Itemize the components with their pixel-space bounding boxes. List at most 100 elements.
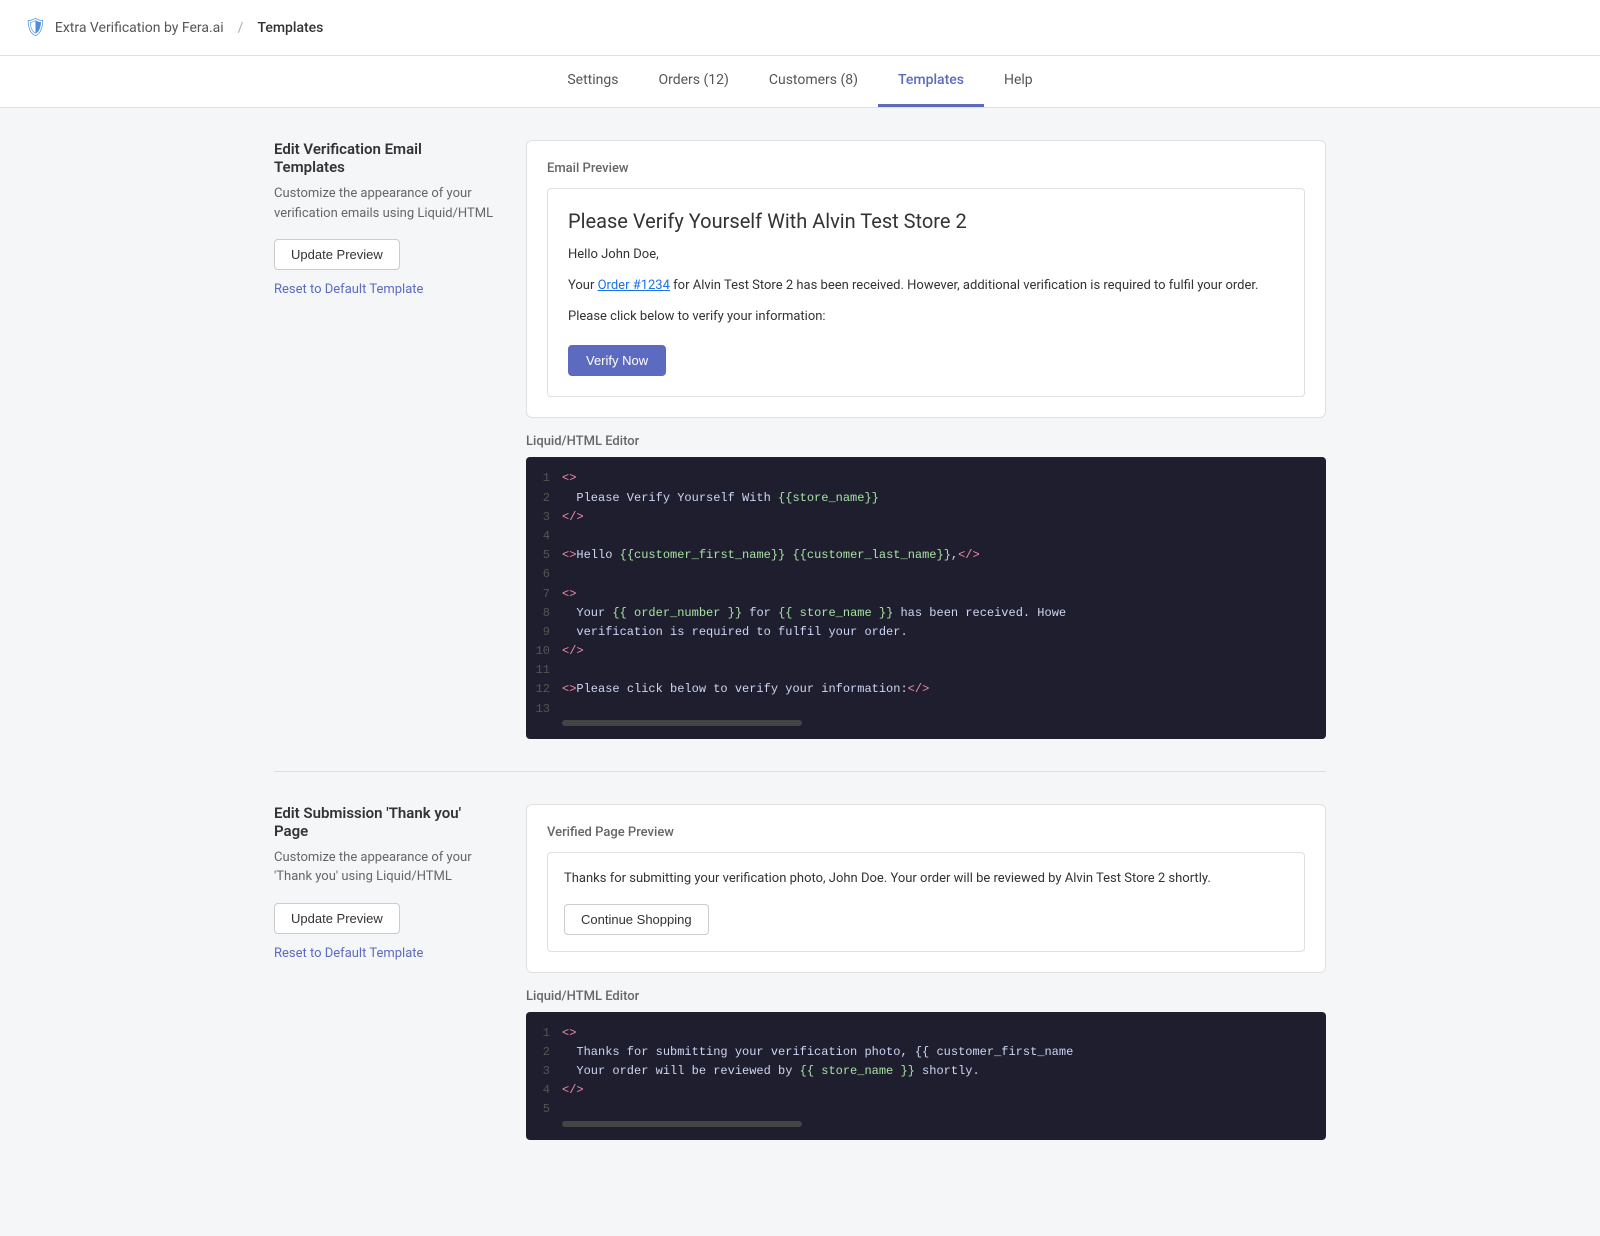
code-line: 4</>	[526, 1081, 1326, 1100]
nav-item-orders[interactable]: Orders (12)	[638, 56, 748, 107]
email-body-para2: Please click below to verify your inform…	[568, 307, 1284, 328]
line-content: <>Please click below to verify your info…	[562, 680, 929, 699]
line-number: 7	[526, 585, 562, 604]
code-line: 1<>	[526, 1024, 1326, 1043]
nav-item-templates[interactable]: Templates	[878, 56, 984, 107]
line-content: Please Verify Yourself With {{store_name…	[562, 489, 879, 508]
nav-item-customers[interactable]: Customers (8)	[749, 56, 878, 107]
line-number: 1	[526, 1024, 562, 1043]
top-bar: 🛡 Extra Verification by Fera.ai / Templa…	[0, 0, 1600, 56]
email-preview-card: Email Preview Please Verify Yourself Wit…	[526, 140, 1326, 418]
line-number: 8	[526, 604, 562, 623]
email-order-link[interactable]: Order #1234	[598, 278, 670, 293]
code-line: 12<>Please click below to verify your in…	[526, 680, 1326, 699]
code-line: 11	[526, 661, 1326, 680]
breadcrumb-separator: /	[238, 20, 244, 36]
line-content: Your order will be reviewed by {{ store_…	[562, 1062, 980, 1081]
line-number: 2	[526, 489, 562, 508]
verified-preview-label: Verified Page Preview	[547, 825, 1305, 840]
line-content: <>Hello {{customer_first_name}} {{custom…	[562, 546, 980, 565]
email-section-title: Edit Verification Email Templates	[274, 140, 494, 176]
thankyou-section-desc: Customize the appearance of your 'Thank …	[274, 848, 494, 887]
email-editor-container: Liquid/HTML Editor 1<>2 Please Verify Yo…	[526, 434, 1326, 738]
thankyou-section-title: Edit Submission 'Thank you' Page	[274, 804, 494, 840]
verified-preview-card: Verified Page Preview Thanks for submitt…	[526, 804, 1326, 973]
code-line: 4	[526, 527, 1326, 546]
app-name: Extra Verification by Fera.ai	[55, 20, 224, 36]
line-number: 9	[526, 623, 562, 642]
line-number: 11	[526, 661, 562, 680]
email-body-before: Your	[568, 278, 598, 293]
line-number: 10	[526, 642, 562, 661]
editor-scrollbar[interactable]	[526, 719, 1326, 727]
email-reset-button[interactable]: Reset to Default Template	[274, 282, 494, 297]
email-templates-section: Edit Verification Email Templates Custom…	[274, 140, 1326, 772]
scrollbar-thumb[interactable]	[562, 720, 802, 726]
email-greeting: Hello John Doe,	[568, 245, 1284, 266]
line-content: Thanks for submitting your verification …	[562, 1043, 1073, 1062]
line-number: 4	[526, 1081, 562, 1100]
code-line: 5	[526, 1100, 1326, 1119]
nav-item-settings[interactable]: Settings	[547, 56, 638, 107]
code-line: 5<>Hello {{customer_first_name}} {{custo…	[526, 546, 1326, 565]
email-preview-content: Please Verify Yourself With Alvin Test S…	[547, 188, 1305, 397]
line-content: </>	[562, 508, 584, 527]
thankyou-section: Edit Submission 'Thank you' Page Customi…	[274, 804, 1326, 1172]
line-number: 3	[526, 1062, 562, 1081]
code-line: 6	[526, 565, 1326, 584]
code-line: 1<>	[526, 469, 1326, 488]
verified-text: Thanks for submitting your verification …	[564, 869, 1288, 890]
line-content: <>	[562, 469, 576, 488]
line-content: </>	[562, 1081, 584, 1100]
code-line: 8 Your {{ order_number }} for {{ store_n…	[526, 604, 1326, 623]
main-content: Edit Verification Email Templates Custom…	[250, 108, 1350, 1236]
line-number: 5	[526, 546, 562, 565]
thankyou-section-left: Edit Submission 'Thank you' Page Customi…	[274, 804, 494, 1140]
email-update-preview-button[interactable]: Update Preview	[274, 239, 400, 270]
email-section-right: Email Preview Please Verify Yourself Wit…	[526, 140, 1326, 739]
email-code-editor[interactable]: 1<>2 Please Verify Yourself With {{store…	[526, 457, 1326, 738]
email-body-para1: Your Order #1234 for Alvin Test Store 2 …	[568, 276, 1284, 297]
main-nav: Settings Orders (12) Customers (8) Templ…	[0, 56, 1600, 108]
continue-shopping-button[interactable]: Continue Shopping	[564, 904, 709, 935]
line-number: 6	[526, 565, 562, 584]
line-number: 5	[526, 1100, 562, 1119]
line-content: <>	[562, 1024, 576, 1043]
email-body: Hello John Doe, Your Order #1234 for Alv…	[568, 245, 1284, 376]
shield-icon: 🛡	[24, 17, 47, 38]
editor-scrollbar[interactable]	[526, 1120, 1326, 1128]
thankyou-editor-label: Liquid/HTML Editor	[526, 989, 1326, 1004]
code-line: 13	[526, 700, 1326, 719]
email-section-desc: Customize the appearance of your verific…	[274, 184, 494, 223]
code-line: 3</>	[526, 508, 1326, 527]
line-content: <>	[562, 585, 576, 604]
page-name: Templates	[257, 20, 323, 36]
thankyou-section-right: Verified Page Preview Thanks for submitt…	[526, 804, 1326, 1140]
line-content: Your {{ order_number }} for {{ store_nam…	[562, 604, 1066, 623]
line-content: verification is required to fulfil your …	[562, 623, 908, 642]
code-line: 10</>	[526, 642, 1326, 661]
verified-preview-content: Thanks for submitting your verification …	[547, 852, 1305, 952]
line-number: 2	[526, 1043, 562, 1062]
code-line: 3 Your order will be reviewed by {{ stor…	[526, 1062, 1326, 1081]
email-editor-label: Liquid/HTML Editor	[526, 434, 1326, 449]
thankyou-editor-container: Liquid/HTML Editor 1<>2 Thanks for submi…	[526, 989, 1326, 1140]
thankyou-code-editor[interactable]: 1<>2 Thanks for submitting your verifica…	[526, 1012, 1326, 1140]
email-body-after: for Alvin Test Store 2 has been received…	[670, 278, 1259, 293]
scrollbar-thumb[interactable]	[562, 1121, 802, 1127]
email-subject: Please Verify Yourself With Alvin Test S…	[568, 209, 1284, 233]
nav-item-help[interactable]: Help	[984, 56, 1053, 107]
code-line: 2 Please Verify Yourself With {{store_na…	[526, 489, 1326, 508]
thankyou-update-preview-button[interactable]: Update Preview	[274, 903, 400, 934]
line-number: 1	[526, 469, 562, 488]
line-number: 12	[526, 680, 562, 699]
thankyou-reset-button[interactable]: Reset to Default Template	[274, 946, 494, 961]
line-content: </>	[562, 642, 584, 661]
code-line: 7<>	[526, 585, 1326, 604]
code-line: 2 Thanks for submitting your verificatio…	[526, 1043, 1326, 1062]
email-preview-label: Email Preview	[547, 161, 1305, 176]
line-number: 3	[526, 508, 562, 527]
line-number: 13	[526, 700, 562, 719]
verify-now-button[interactable]: Verify Now	[568, 345, 666, 376]
app-title: 🛡 Extra Verification by Fera.ai / Templa…	[24, 17, 323, 38]
